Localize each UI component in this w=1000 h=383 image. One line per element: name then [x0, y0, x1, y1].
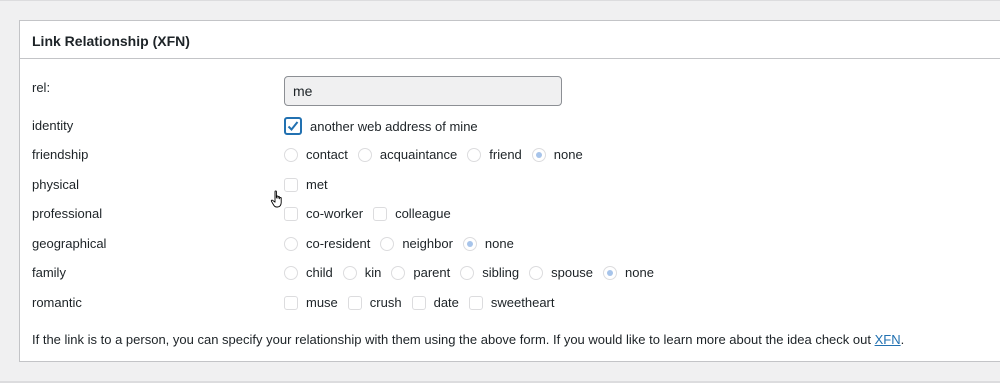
xfn-metabox: Link Relationship (XFN) rel: identity an…: [19, 20, 1000, 362]
professional-label: professional: [32, 206, 103, 221]
xfn-link[interactable]: XFN: [875, 332, 901, 347]
metabox-header[interactable]: Link Relationship (XFN): [20, 21, 1000, 59]
friendship-row: contact acquaintance friend none: [284, 147, 593, 162]
radio-selected[interactable]: [531, 147, 546, 162]
rel-input[interactable]: [284, 76, 562, 106]
radio[interactable]: [380, 236, 395, 251]
option-label: acquaintance: [379, 147, 458, 162]
friendship-label: friendship: [32, 147, 89, 162]
geographical-row: co-resident neighbor none: [284, 236, 524, 251]
radio[interactable]: [284, 147, 298, 162]
option-label: parent: [413, 265, 451, 280]
professional-row: co-worker colleague: [284, 206, 461, 221]
family-option-parent[interactable]: parent: [391, 265, 450, 280]
family-option-kin[interactable]: kin: [342, 265, 382, 280]
option-label: none: [484, 236, 514, 251]
radio[interactable]: [357, 147, 372, 162]
family-row: child kin parent sibling spouse none: [284, 265, 664, 280]
help-text-body: If the link is to a person, you can spec…: [32, 332, 875, 347]
identity-option-me[interactable]: another web address of mine: [284, 117, 478, 135]
checkbox[interactable]: [284, 177, 298, 192]
checkbox[interactable]: [411, 295, 426, 310]
checkbox[interactable]: [284, 295, 298, 310]
family-option-none[interactable]: none: [603, 265, 654, 280]
option-label: muse: [306, 295, 338, 310]
identity-row: another web address of mine: [284, 117, 488, 135]
checkbox[interactable]: [468, 295, 483, 310]
professional-option-co-worker[interactable]: co-worker: [284, 206, 363, 221]
physical-option-met[interactable]: met: [284, 177, 328, 192]
romantic-option-sweetheart[interactable]: sweetheart: [468, 295, 555, 310]
option-label: date: [433, 295, 459, 310]
geographical-option-co-resident[interactable]: co-resident: [284, 236, 370, 251]
help-text-end: .: [900, 332, 905, 347]
romantic-row: muse crush date sweetheart: [284, 295, 565, 310]
friendship-option-contact[interactable]: contact: [284, 147, 348, 162]
romantic-option-date[interactable]: date: [411, 295, 459, 310]
checkbox-checked[interactable]: [284, 117, 302, 135]
option-label: friend: [489, 147, 522, 162]
option-label: sibling: [482, 265, 520, 280]
option-label: none: [553, 147, 583, 162]
checkbox[interactable]: [347, 295, 362, 310]
romantic-option-crush[interactable]: crush: [347, 295, 402, 310]
friendship-option-friend[interactable]: friend: [467, 147, 522, 162]
option-label: co-worker: [306, 206, 364, 221]
option-label: kin: [364, 265, 382, 280]
radio-selected[interactable]: [462, 236, 477, 251]
professional-option-colleague[interactable]: colleague: [373, 206, 451, 221]
friendship-option-none[interactable]: none: [531, 147, 583, 162]
family-option-sibling[interactable]: sibling: [460, 265, 519, 280]
checkbox[interactable]: [373, 206, 388, 221]
radio[interactable]: [284, 236, 298, 251]
hand-pointer-cursor-icon: [270, 190, 282, 208]
option-label: met: [306, 177, 328, 192]
radio-selected[interactable]: [603, 265, 618, 280]
option-label: co-resident: [306, 236, 371, 251]
radio[interactable]: [529, 265, 544, 280]
option-label: sweetheart: [490, 295, 555, 310]
option-label: another web address of mine: [310, 118, 478, 134]
option-label: spouse: [551, 265, 594, 280]
family-label: family: [32, 265, 66, 280]
option-label: child: [306, 265, 333, 280]
radio[interactable]: [467, 147, 482, 162]
option-label: crush: [369, 295, 402, 310]
top-divider: [0, 0, 1000, 1]
metabox-title: Link Relationship (XFN): [32, 33, 190, 49]
option-label: neighbor: [402, 236, 453, 251]
option-label: contact: [306, 147, 348, 162]
romantic-label: romantic: [32, 295, 82, 310]
radio[interactable]: [460, 265, 475, 280]
option-label: none: [625, 265, 654, 280]
physical-label: physical: [32, 177, 79, 192]
physical-row: met: [284, 177, 338, 192]
family-option-child[interactable]: child: [284, 265, 333, 280]
rel-label: rel:: [32, 80, 51, 95]
geographical-option-none[interactable]: none: [462, 236, 514, 251]
radio[interactable]: [284, 265, 298, 280]
radio[interactable]: [391, 265, 406, 280]
geographical-label: geographical: [32, 236, 107, 251]
romantic-option-muse[interactable]: muse: [284, 295, 338, 310]
option-label: colleague: [395, 206, 451, 221]
family-option-spouse[interactable]: spouse: [529, 265, 593, 280]
help-text: If the link is to a person, you can spec…: [32, 332, 904, 347]
radio[interactable]: [342, 265, 357, 280]
friendship-option-acquaintance[interactable]: acquaintance: [357, 147, 458, 162]
geographical-option-neighbor[interactable]: neighbor: [380, 236, 453, 251]
checkbox[interactable]: [284, 206, 298, 221]
checkmark-icon: [287, 121, 299, 131]
identity-label: identity: [32, 118, 74, 133]
